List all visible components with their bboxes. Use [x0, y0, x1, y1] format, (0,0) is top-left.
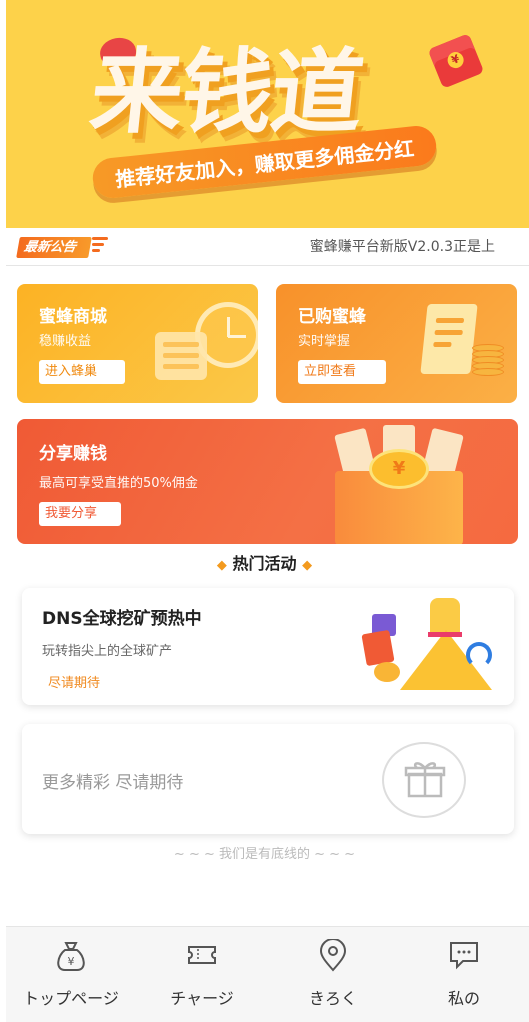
- notice-bar[interactable]: 最新公告 蜜蜂赚平台新版V2.0.3正是上: [6, 228, 529, 266]
- activity-status: 尽请期待: [48, 676, 101, 691]
- hot-title-text: 热门活动: [232, 554, 297, 573]
- bought-card-subtitle: 实时掌握: [298, 334, 351, 349]
- mall-card[interactable]: 蜜蜂商城 稳赚收益 进入蜂巢: [17, 284, 258, 403]
- more-text: 更多精彩 尽请期待: [42, 773, 184, 793]
- coin-stack-icon: [472, 344, 504, 376]
- tab-recharge-label: チャージ: [170, 989, 234, 1008]
- location-pin-icon: [319, 939, 347, 972]
- notice-stripes-icon: [92, 237, 108, 258]
- tab-home-label: トップページ: [23, 989, 119, 1008]
- svg-text:¥: ¥: [68, 955, 75, 968]
- tab-recharge[interactable]: チャージ: [137, 927, 267, 1022]
- tab-bar: ¥ トップページ チャージ きろく 私の: [6, 926, 529, 1022]
- bottom-line-text: ~ ~ ~ 我们是有底线的 ~ ~ ~: [173, 847, 356, 862]
- share-card-title: 分享赚钱: [39, 444, 107, 464]
- document-icon: [420, 304, 478, 374]
- money-bag-icon: ¥: [57, 942, 85, 971]
- shopping-illustration-icon: [361, 596, 492, 694]
- chat-icon: [450, 942, 478, 970]
- tab-home[interactable]: ¥ トップページ: [6, 927, 136, 1022]
- notice-text[interactable]: 蜜蜂赚平台新版V2.0.3正是上: [310, 236, 495, 256]
- ticket-icon: [188, 946, 216, 964]
- share-card[interactable]: 分享赚钱 最高可享受直推的50%佣金 我要分享 ¥: [17, 419, 518, 544]
- bought-bees-card[interactable]: 已购蜜蜂 实时掌握 立即查看: [276, 284, 517, 403]
- tab-mine[interactable]: 私の: [399, 927, 529, 1022]
- mall-card-title: 蜜蜂商城: [39, 307, 107, 327]
- bought-card-title: 已购蜜蜂: [298, 307, 366, 327]
- tab-records-label: きろく: [308, 989, 357, 1008]
- banner[interactable]: 来钱道 推荐好友加入，赚取更多佣金分红: [6, 0, 529, 228]
- clipboard-icon: [155, 332, 207, 380]
- more-activities-card[interactable]: 更多精彩 尽请期待: [22, 724, 514, 834]
- yen-coin-icon: ¥: [369, 449, 429, 489]
- title-deco-right-icon: ◆: [302, 558, 313, 573]
- gift-icon: [382, 742, 466, 818]
- activity-subtitle: 玩转指尖上的全球矿产: [42, 644, 173, 659]
- tab-mine-label: 私の: [447, 989, 480, 1008]
- tab-records[interactable]: きろく: [268, 927, 398, 1022]
- banner-title: 来钱道: [85, 39, 367, 146]
- hot-section-title: ◆ 热门活动 ◆: [0, 550, 529, 574]
- view-now-button[interactable]: 立即查看: [298, 360, 386, 384]
- activity-title: DNS全球挖矿预热中: [42, 609, 202, 629]
- title-deco-left-icon: ◆: [216, 558, 227, 573]
- share-card-subtitle: 最高可享受直推的50%佣金: [39, 476, 198, 491]
- notice-tag: 最新公告: [16, 237, 92, 258]
- share-button[interactable]: 我要分享: [39, 502, 121, 526]
- activity-card-dns[interactable]: DNS全球挖矿预热中 玩转指尖上的全球矿产 尽请期待: [22, 588, 514, 705]
- enter-hive-button[interactable]: 进入蜂巢: [39, 360, 125, 384]
- red-envelope-icon: [427, 33, 485, 89]
- mall-card-subtitle: 稳赚收益: [39, 334, 92, 349]
